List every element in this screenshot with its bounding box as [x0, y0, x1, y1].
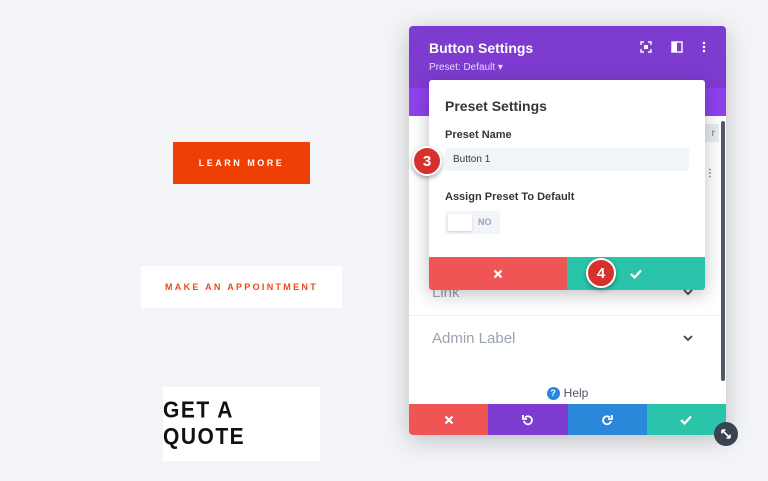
chevron-down-icon — [683, 335, 693, 342]
preset-dropdown[interactable]: Preset: Default ▾ — [429, 62, 503, 73]
close-icon — [444, 415, 453, 424]
assign-default-label: Assign Preset To Default — [445, 191, 575, 203]
step-badge-4: 4 — [586, 258, 616, 288]
check-icon — [630, 269, 642, 279]
step-badge-3: 3 — [412, 146, 442, 176]
close-icon — [493, 269, 503, 278]
preset-name-label: Preset Name — [445, 129, 512, 141]
get-quote-button[interactable]: GET A QUOTE — [163, 387, 320, 461]
section-admin-label[interactable]: Admin Label — [409, 315, 719, 363]
more-options-icon[interactable]: ⋮ — [705, 168, 715, 179]
section-label: Admin Label — [432, 330, 516, 347]
preset-settings-popup: Preset Settings Preset Name Assign Prese… — [429, 80, 705, 290]
check-icon — [680, 415, 693, 425]
popup-title: Preset Settings — [445, 98, 547, 114]
help-label: Help — [563, 386, 589, 400]
make-appointment-button[interactable]: MAKE AN APPOINTMENT — [141, 266, 342, 308]
resize-icon — [721, 429, 731, 439]
learn-more-button[interactable]: LEARN MORE — [173, 142, 310, 184]
toggle-state-label: NO — [478, 217, 492, 227]
split-view-icon[interactable] — [670, 40, 684, 54]
assign-default-toggle[interactable]: NO — [445, 211, 500, 234]
redo-button[interactable] — [567, 404, 647, 435]
undo-button[interactable] — [488, 404, 568, 435]
help-link[interactable]: ? Help — [409, 386, 726, 400]
panel-title: Button Settings — [429, 40, 534, 56]
cancel-preset-button[interactable] — [429, 257, 567, 290]
discard-button[interactable] — [409, 404, 489, 435]
resize-handle[interactable] — [714, 422, 738, 446]
popup-actions — [429, 257, 705, 290]
redo-icon — [602, 414, 614, 425]
question-icon: ? — [546, 386, 560, 400]
undo-icon — [521, 414, 533, 425]
scrollbar-thumb[interactable] — [721, 121, 725, 381]
more-options-icon[interactable] — [697, 40, 711, 54]
panel-header: Button Settings Preset: Default ▾ — [409, 26, 726, 88]
preset-name-input[interactable] — [445, 148, 689, 171]
toggle-knob — [448, 214, 472, 231]
fullscreen-icon[interactable] — [639, 40, 653, 54]
panel-footer — [409, 404, 726, 435]
